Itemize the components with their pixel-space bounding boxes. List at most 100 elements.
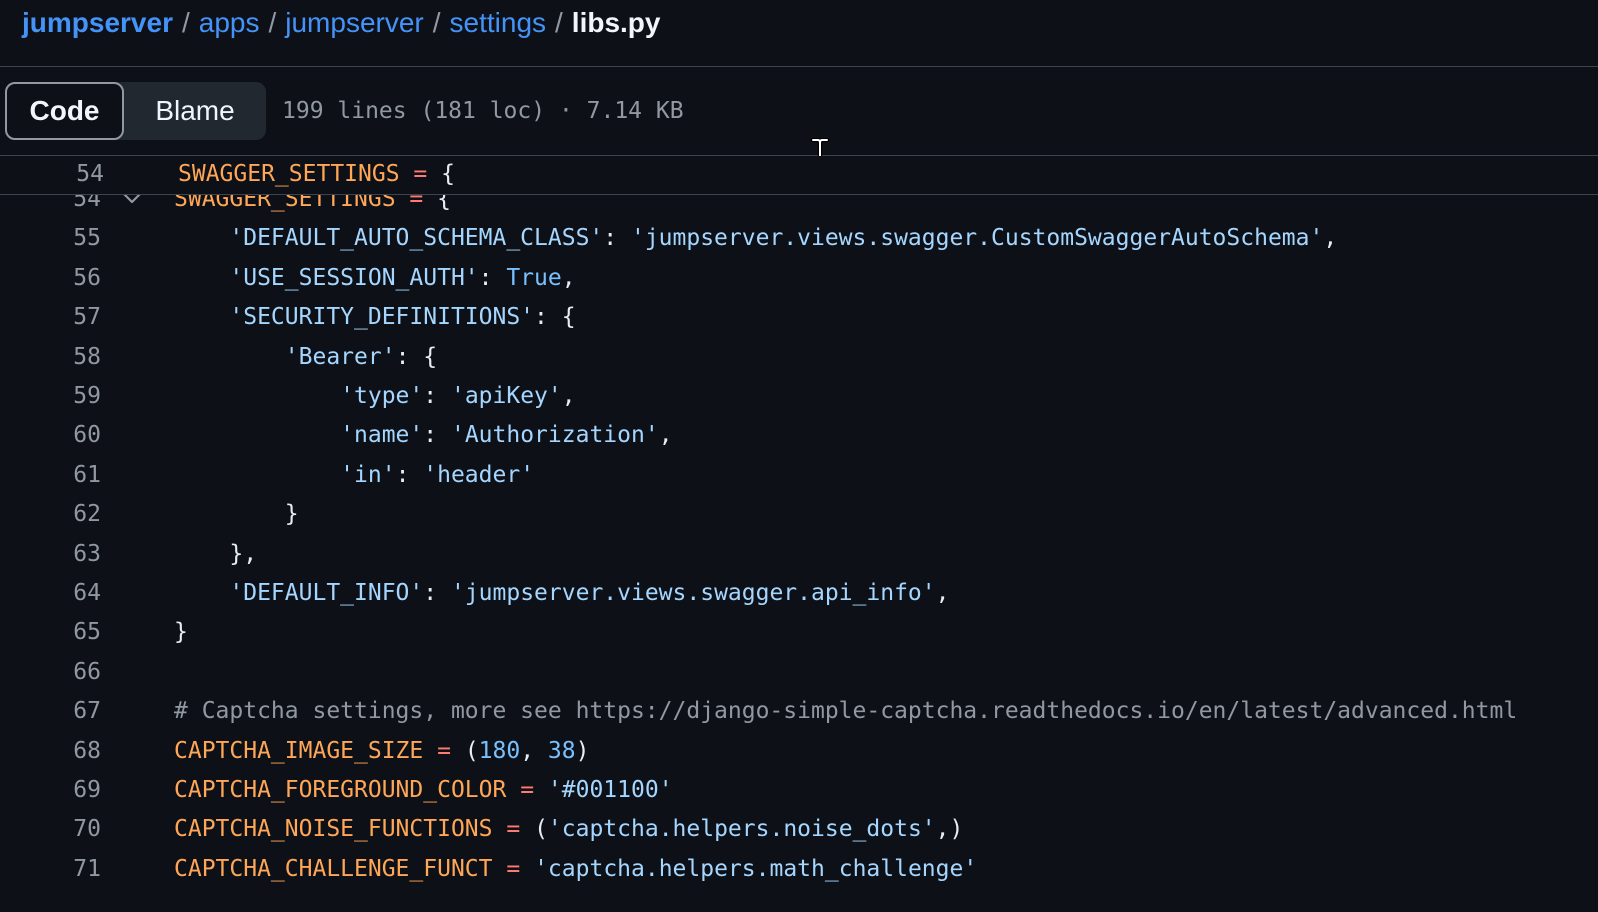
line-number[interactable]: 70 (0, 809, 101, 849)
code-line[interactable]: 57 'SECURITY_DEFINITIONS': { (0, 297, 1598, 337)
code-token: 'captcha.helpers.noise_dots' (547, 816, 936, 843)
code-token: '#001100' (547, 777, 673, 803)
sticky-var: SWAGGER_SETTINGS (178, 161, 400, 187)
code-line[interactable]: 60 'name': 'Authorization', (0, 415, 1598, 455)
code-token: ,) (935, 816, 964, 843)
line-number[interactable]: 58 (0, 337, 101, 377)
code-token: 'type' (340, 383, 424, 409)
code-token: ( (450, 737, 479, 764)
code-line[interactable]: 68 CAPTCHA_IMAGE_SIZE = (180, 38) (0, 731, 1598, 771)
code-token: = (437, 737, 451, 764)
line-number[interactable]: 68 (0, 731, 101, 771)
code-line[interactable]: 59 'type': 'apiKey', (0, 376, 1598, 416)
code-token: , (1323, 225, 1338, 252)
line-number[interactable]: 62 (0, 494, 101, 534)
code-token: 'Authorization' (450, 422, 659, 449)
code-text: } (174, 612, 188, 652)
code-text: 'name': 'Authorization', (174, 415, 673, 455)
code-line[interactable]: 61 'in': 'header' (0, 455, 1598, 495)
breadcrumb-link-apps[interactable]: apps (199, 7, 260, 39)
breadcrumb: jumpserver / apps / jumpserver / setting… (22, 0, 661, 46)
sticky-scope-header[interactable]: 54 SWAGGER_SETTINGS = { (0, 156, 1598, 195)
line-number[interactable]: 63 (0, 534, 101, 574)
breadcrumb-repo-link[interactable]: jumpserver (22, 7, 173, 39)
code-token: 'SECURITY_DEFINITIONS' (229, 304, 535, 331)
code-line[interactable]: 66 (0, 652, 1598, 692)
code-line[interactable]: 58 'Bearer': { (0, 337, 1598, 377)
code-text: 'in': 'header' (174, 455, 534, 495)
code-token: , (658, 422, 673, 449)
code-token: , (520, 737, 548, 764)
code-token: }, (174, 540, 258, 567)
breadcrumb-link-jumpserver[interactable]: jumpserver (285, 7, 423, 39)
line-number[interactable]: 66 (0, 652, 101, 692)
code-text: CAPTCHA_IMAGE_SIZE = (180, 38) (174, 731, 589, 771)
sticky-op: = (413, 161, 428, 187)
line-number[interactable]: 71 (0, 849, 101, 889)
line-number[interactable]: 61 (0, 455, 101, 495)
header-divider (0, 66, 1598, 67)
code-line[interactable]: 71 CAPTCHA_CHALLENGE_FUNCT = 'captcha.hel… (0, 849, 1598, 889)
code-token: : (423, 580, 451, 606)
code-line[interactable]: 64 'DEFAULT_INFO': 'jumpserver.views.swa… (0, 573, 1598, 613)
code-line[interactable]: 67 # Captcha settings, more see https://d… (0, 691, 1598, 731)
line-number[interactable]: 67 (0, 691, 101, 731)
code-token: 'captcha.helpers.math_challenge' (534, 855, 978, 882)
code-line[interactable]: 63 }, (0, 534, 1598, 574)
line-number[interactable]: 59 (0, 376, 101, 416)
breadcrumb-current-file: libs.py (571, 7, 661, 38)
code-token: 38 (547, 737, 576, 764)
code-token: # Captcha settings, more see https://dja… (174, 698, 1518, 725)
code-token: : (395, 461, 424, 488)
code-text: 'DEFAULT_AUTO_SCHEMA_CLASS': 'jumpserver… (174, 218, 1337, 258)
code-token: CAPTCHA_CHALLENGE_FUNCT (174, 855, 493, 882)
code-text: }, (174, 534, 257, 574)
code-text: 'type': 'apiKey', (174, 376, 575, 416)
code-token: 'name' (340, 422, 424, 449)
code-token: = (506, 816, 521, 843)
sticky-line-number: 54 (76, 161, 104, 187)
code-line[interactable]: 62 } (0, 494, 1598, 534)
code-token: 'DEFAULT_INFO' (229, 580, 424, 606)
line-number[interactable]: 69 (0, 770, 101, 810)
code-text: 'DEFAULT_INFO': 'jumpserver.views.swagge… (174, 573, 949, 613)
breadcrumb-link-settings[interactable]: settings (450, 7, 547, 39)
breadcrumb-separator: / (432, 7, 441, 38)
code-token: 'jumpserver.views.swagger.CustomSwaggerA… (630, 225, 1324, 252)
code-text: 'SECURITY_DEFINITIONS': { (174, 297, 575, 337)
code-token: 'jumpserver.views.swagger.api_info' (450, 580, 936, 606)
line-number[interactable]: 55 (0, 218, 101, 258)
code-token: 'in' (340, 461, 396, 488)
code-token: ( (520, 816, 548, 843)
code-token: = (506, 855, 521, 882)
file-meta-info: 199 lines (181 loc) · 7.14 KB (282, 98, 684, 124)
code-token: 'USE_SESSION_AUTH' (229, 264, 479, 291)
code-viewer[interactable]: 54 SWAGGER_SETTINGS = { 54 SWAGGER_SETTIN… (0, 156, 1598, 912)
code-token: } (174, 501, 299, 528)
code-line[interactable]: 55 'DEFAULT_AUTO_SCHEMA_CLASS': 'jumpser… (0, 218, 1598, 258)
code-token: CAPTCHA_NOISE_FUNCTIONS (174, 816, 493, 843)
code-token: 180 (478, 737, 521, 764)
code-token: True (506, 264, 562, 291)
blame-view-button[interactable]: Blame (124, 82, 266, 140)
code-line[interactable]: 56 'USE_SESSION_AUTH': True, (0, 258, 1598, 298)
code-token: : (478, 264, 507, 291)
line-number[interactable]: 57 (0, 297, 101, 337)
code-line[interactable]: 70 CAPTCHA_NOISE_FUNCTIONS = ('captcha.he… (0, 809, 1598, 849)
view-mode-switch: Code Blame (5, 82, 266, 140)
code-line[interactable]: 69 CAPTCHA_FOREGROUND_COLOR = '#001100' (0, 770, 1598, 810)
code-view-button[interactable]: Code (5, 82, 124, 140)
line-number[interactable]: 65 (0, 612, 101, 652)
file-toolbar: Code Blame 199 lines (181 loc) · 7.14 KB (5, 82, 684, 140)
breadcrumb-separator: / (555, 7, 563, 38)
code-line[interactable]: 65} (0, 612, 1598, 652)
line-number[interactable]: 64 (0, 573, 101, 613)
line-number[interactable]: 60 (0, 415, 101, 455)
breadcrumb-separator: / (181, 7, 190, 38)
code-token: , (935, 580, 950, 606)
line-number[interactable]: 56 (0, 258, 101, 298)
